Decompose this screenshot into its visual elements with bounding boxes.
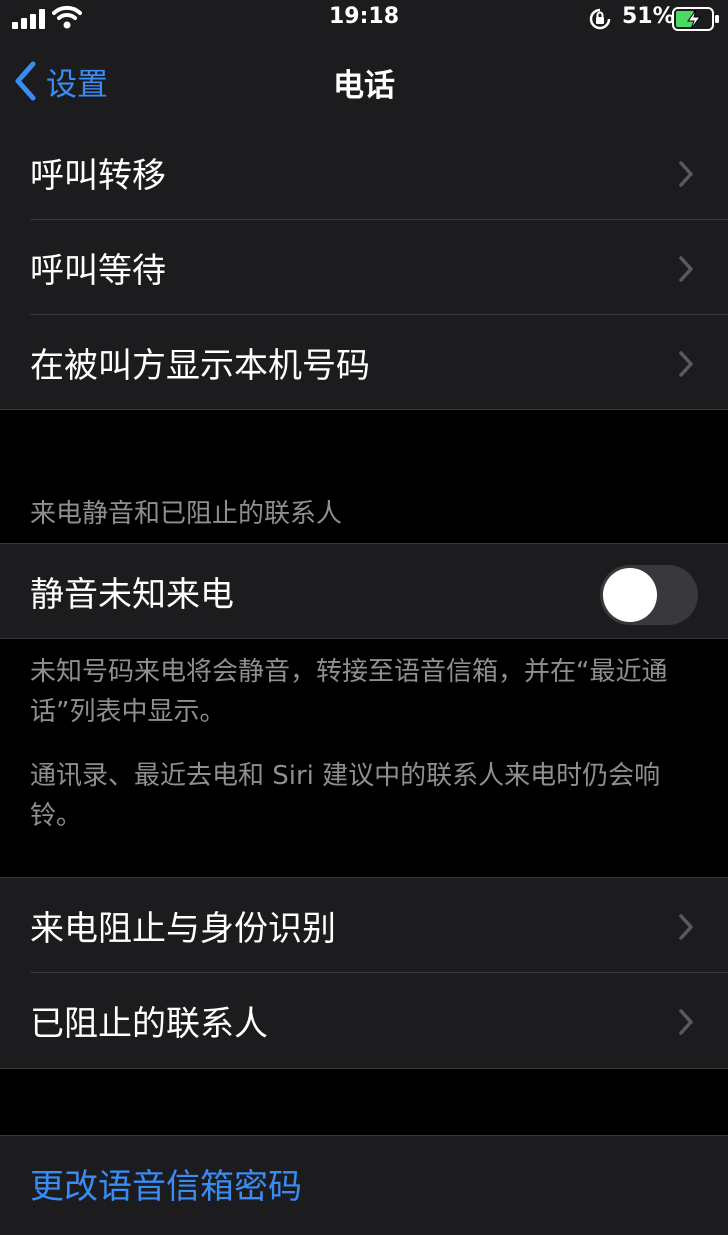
status-bar: 19:18 51% [0, 0, 728, 40]
silence-group: 静音未知来电 [0, 544, 728, 639]
silence-footer-note-2: 通讯录、最近去电和 Siri 建议中的联系人来电时仍会响铃。 [30, 761, 661, 831]
chevron-right-icon [679, 256, 693, 282]
change-voicemail-password-row[interactable]: 更改语音信箱密码 [0, 1136, 728, 1231]
page-title: 电话 [333, 68, 395, 104]
group-bottom-border [0, 638, 728, 639]
orientation-lock-icon [589, 8, 611, 30]
call-blocking-identification-label: 来电阻止与身份识别 [30, 909, 336, 949]
call-forwarding-label: 呼叫转移 [30, 156, 166, 196]
voicemail-group: 更改语音信箱密码 [0, 1136, 728, 1235]
call-waiting-row[interactable]: 呼叫等待 [0, 220, 728, 315]
silence-unknown-callers-toggle[interactable] [600, 565, 698, 625]
chevron-right-icon [679, 914, 693, 940]
change-voicemail-password-link[interactable]: 更改语音信箱密码 [30, 1159, 302, 1208]
blocked-contacts-label: 已阻止的联系人 [30, 1004, 268, 1044]
show-caller-id-row[interactable]: 在被叫方显示本机号码 [0, 315, 728, 410]
silence-unknown-callers-label: 静音未知来电 [30, 575, 234, 615]
call-settings-group: 呼叫转移 呼叫等待 在被叫方显示本机号码 [0, 125, 728, 410]
call-forwarding-row[interactable]: 呼叫转移 [0, 125, 728, 220]
battery-charging-icon [672, 7, 719, 31]
status-time: 19:18 [328, 4, 400, 29]
battery-percent: 51% [622, 4, 675, 29]
group-bottom-border [0, 1068, 728, 1069]
group-bottom-border [0, 409, 728, 410]
call-blocking-identification-row[interactable]: 来电阻止与身份识别 [0, 878, 728, 973]
call-waiting-label: 呼叫等待 [30, 251, 166, 291]
navigation-bar: 设置 电话 [0, 40, 728, 126]
silence-unknown-callers-row: 静音未知来电 [0, 544, 728, 639]
silence-section-header: 来电静音和已阻止的联系人 [30, 499, 343, 529]
chevron-right-icon [679, 161, 693, 187]
chevron-right-icon [679, 351, 693, 377]
chevron-right-icon [679, 1009, 693, 1035]
blocking-group: 来电阻止与身份识别 已阻止的联系人 [0, 878, 728, 1068]
show-caller-id-label: 在被叫方显示本机号码 [30, 346, 370, 386]
blocked-contacts-row[interactable]: 已阻止的联系人 [0, 973, 728, 1068]
silence-footer-note: 未知号码来电将会静音，转接至语音信箱，并在“最近通话”列表中显示。 [30, 657, 668, 727]
toggle-knob [603, 568, 657, 622]
